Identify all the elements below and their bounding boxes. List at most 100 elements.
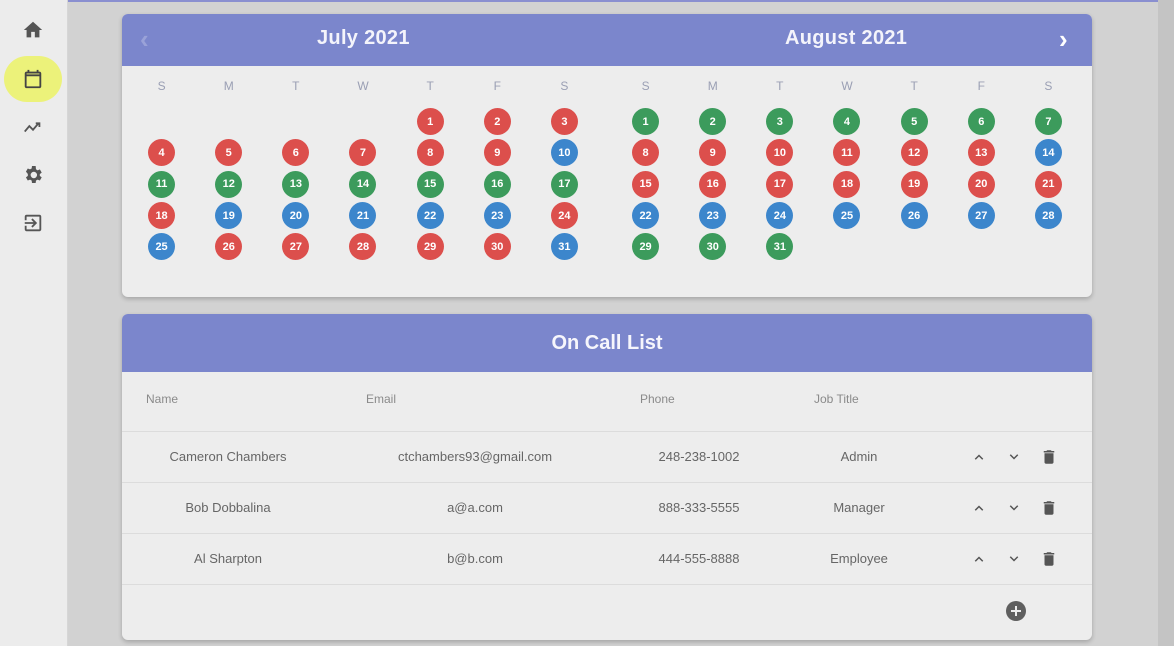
day-button[interactable]: 25: [833, 202, 861, 230]
day-button[interactable]: 26: [900, 202, 928, 230]
day-button[interactable]: 28: [349, 233, 377, 261]
delete-button[interactable]: [1037, 496, 1061, 520]
day-cell: 23: [464, 202, 531, 230]
delete-button[interactable]: [1037, 547, 1061, 571]
trash-icon: [1043, 450, 1055, 464]
day-button[interactable]: 17: [766, 170, 794, 198]
day-button[interactable]: 1: [632, 108, 660, 136]
day-button[interactable]: 21: [349, 202, 377, 230]
day-button[interactable]: 27: [967, 202, 995, 230]
day-button[interactable]: 16: [699, 170, 727, 198]
day-button[interactable]: 19: [900, 170, 928, 198]
day-button[interactable]: 3: [550, 108, 578, 136]
sidebar-item-logout[interactable]: [12, 202, 54, 244]
day-button[interactable]: 17: [550, 170, 578, 198]
weekday-label: S: [641, 79, 650, 93]
next-month-button[interactable]: ›: [1059, 26, 1068, 52]
day-button[interactable]: 15: [416, 170, 444, 198]
day-button[interactable]: 26: [215, 233, 243, 261]
day-button[interactable]: 5: [215, 139, 243, 167]
day-button[interactable]: 29: [416, 233, 444, 261]
day-button[interactable]: 13: [282, 170, 310, 198]
day-button[interactable]: 3: [766, 108, 794, 136]
day-cell: 12: [881, 139, 948, 167]
day-button[interactable]: 30: [483, 233, 511, 261]
day-cell: 4: [128, 139, 195, 167]
sidebar-item-calendar[interactable]: [4, 56, 62, 102]
delete-button[interactable]: [1037, 445, 1061, 469]
day-cell: 27: [948, 202, 1015, 230]
day-button[interactable]: 21: [1034, 170, 1062, 198]
move-up-button[interactable]: [967, 496, 991, 520]
day-button[interactable]: 25: [148, 233, 176, 261]
day-button[interactable]: 14: [1034, 139, 1062, 167]
day-button[interactable]: 18: [148, 202, 176, 230]
day-cell: 8: [612, 139, 679, 167]
calendar-card: ‹ July 2021 August 2021 › SMTWTFS1234567…: [122, 14, 1092, 297]
day-button[interactable]: 10: [550, 139, 578, 167]
day-button[interactable]: 31: [550, 233, 578, 261]
prev-month-button[interactable]: ‹: [140, 26, 149, 52]
day-button[interactable]: 8: [632, 139, 660, 167]
day-button[interactable]: 4: [148, 139, 176, 167]
main-content: ‹ July 2021 August 2021 › SMTWTFS1234567…: [68, 2, 1174, 646]
sidebar-item-settings[interactable]: [12, 154, 54, 196]
move-down-button[interactable]: [1002, 496, 1026, 520]
day-button[interactable]: 15: [632, 170, 660, 198]
day-button[interactable]: 11: [833, 139, 861, 167]
day-button[interactable]: 8: [416, 139, 444, 167]
sidebar-item-stats[interactable]: [12, 106, 54, 148]
day-cell: 13: [262, 170, 329, 198]
cell-job-title: Employee: [830, 551, 888, 566]
day-button[interactable]: 6: [967, 108, 995, 136]
day-button[interactable]: 11: [148, 170, 176, 198]
day-button[interactable]: 10: [766, 139, 794, 167]
day-button[interactable]: 20: [282, 202, 310, 230]
day-button[interactable]: 14: [349, 170, 377, 198]
day-button[interactable]: 2: [483, 108, 511, 136]
day-button[interactable]: 13: [967, 139, 995, 167]
day-button[interactable]: 31: [766, 233, 794, 261]
table-body: Cameron Chambers ctchambers93@gmail.com 24…: [122, 432, 1092, 585]
day-button[interactable]: 4: [833, 108, 861, 136]
day-button[interactable]: 9: [699, 139, 727, 167]
day-cell: 17: [746, 170, 813, 198]
day-button[interactable]: 30: [699, 233, 727, 261]
day-button[interactable]: 23: [699, 202, 727, 230]
move-down-button[interactable]: [1002, 445, 1026, 469]
day-button[interactable]: 18: [833, 170, 861, 198]
cell-phone: 888-333-5555: [658, 500, 740, 515]
day-button[interactable]: 5: [900, 108, 928, 136]
day-button[interactable]: 29: [632, 233, 660, 261]
add-person-button[interactable]: [1002, 597, 1030, 625]
move-up-button[interactable]: [967, 547, 991, 571]
day-button[interactable]: 7: [349, 139, 377, 167]
day-button[interactable]: 12: [900, 139, 928, 167]
day-button[interactable]: 9: [483, 139, 511, 167]
day-button[interactable]: 1: [416, 108, 444, 136]
day-button[interactable]: 23: [483, 202, 511, 230]
day-button[interactable]: 6: [282, 139, 310, 167]
day-cell: 19: [195, 202, 262, 230]
day-button[interactable]: 22: [632, 202, 660, 230]
day-button[interactable]: 22: [416, 202, 444, 230]
day-button[interactable]: 7: [1034, 108, 1062, 136]
day-cell: 14: [1015, 139, 1082, 167]
day-button[interactable]: 28: [1034, 202, 1062, 230]
day-button[interactable]: 19: [215, 202, 243, 230]
move-down-button[interactable]: [1002, 547, 1026, 571]
day-button[interactable]: 24: [766, 202, 794, 230]
day-button[interactable]: 12: [215, 170, 243, 198]
day-button[interactable]: 2: [699, 108, 727, 136]
day-cell: 30: [464, 233, 531, 261]
day-cell: 26: [881, 202, 948, 230]
cell-email: a@a.com: [447, 500, 503, 515]
day-button[interactable]: 16: [483, 170, 511, 198]
sidebar-item-home[interactable]: [12, 9, 54, 51]
move-up-button[interactable]: [967, 445, 991, 469]
day-cell: 15: [612, 170, 679, 198]
day-button[interactable]: 20: [967, 170, 995, 198]
day-button[interactable]: 27: [282, 233, 310, 261]
weekday-label: T: [426, 79, 434, 93]
day-button[interactable]: 24: [550, 202, 578, 230]
